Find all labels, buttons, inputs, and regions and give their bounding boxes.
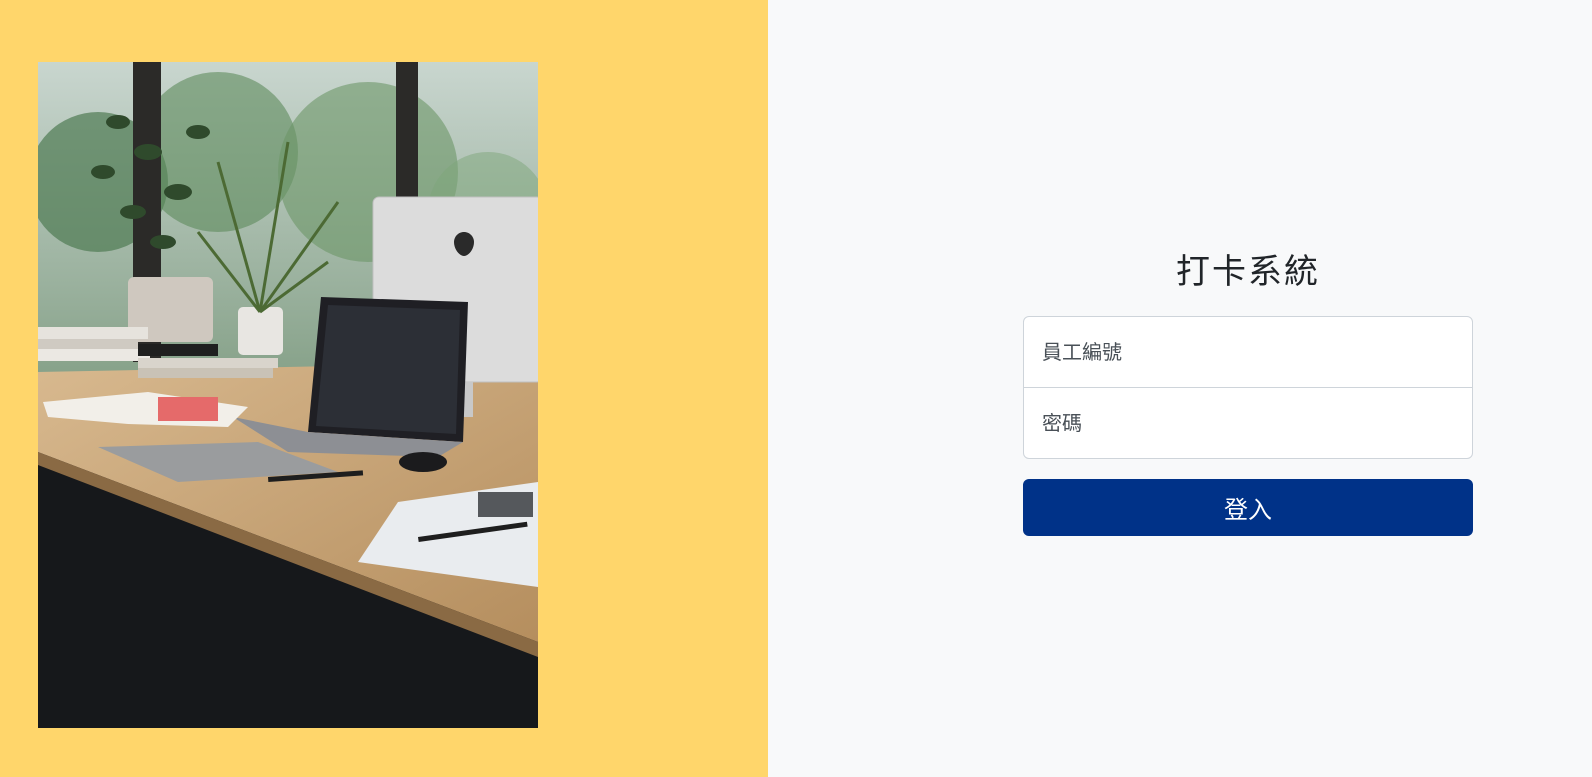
login-panel: 打卡系統 登入 <box>768 0 1592 777</box>
hero-panel <box>0 0 768 777</box>
employee-id-field-wrapper <box>1023 316 1473 388</box>
password-field-wrapper <box>1023 387 1473 459</box>
password-input[interactable] <box>1040 387 1472 459</box>
page-title: 打卡系統 <box>1176 252 1320 292</box>
login-page: 打卡系統 登入 <box>0 0 1592 777</box>
office-desk-photo <box>38 62 538 728</box>
login-button[interactable]: 登入 <box>1023 479 1473 536</box>
employee-id-input[interactable] <box>1040 316 1472 388</box>
login-form: 打卡系統 登入 <box>1023 248 1473 536</box>
office-desk-illustration <box>38 62 538 728</box>
